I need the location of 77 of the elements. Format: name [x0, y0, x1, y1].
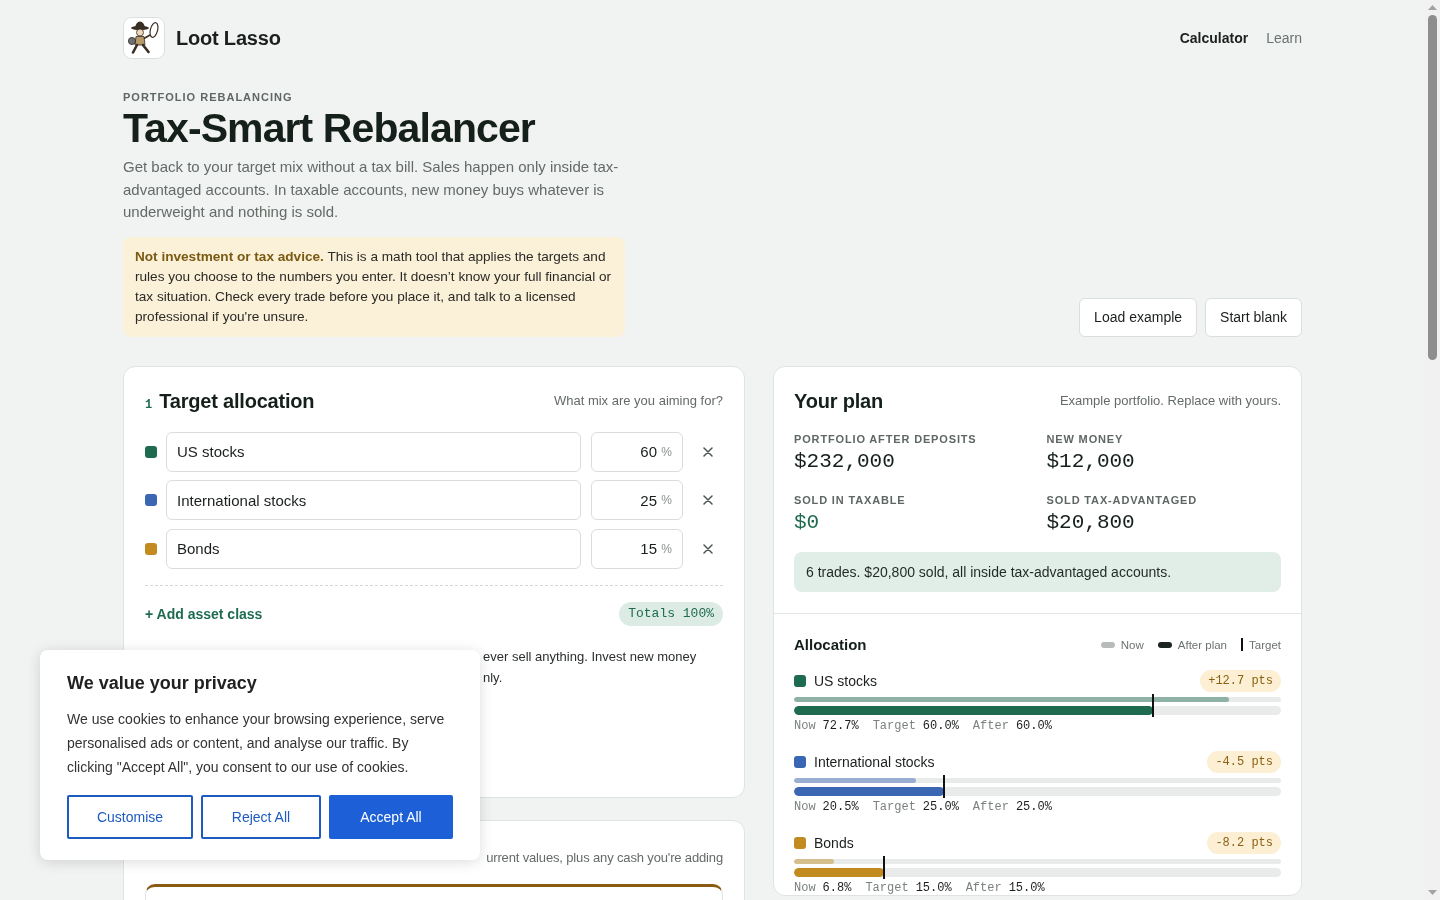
asset-name-field[interactable]: US stocks: [166, 431, 581, 472]
stat-value: $20,800: [1046, 510, 1135, 535]
add-asset-button[interactable]: + Add asset class: [145, 605, 263, 622]
eyebrow-label: PORTFOLIO REBALANCING: [123, 90, 294, 104]
legend-marker-icon: [1241, 638, 1244, 651]
figure-value: 25.0%: [1015, 800, 1052, 814]
legend-label: Target: [1249, 638, 1281, 651]
deviation-indicator: +12.7 pts: [1200, 669, 1281, 692]
close-icon: [703, 446, 713, 457]
legend-label: Now: [1120, 638, 1144, 651]
figure-label: After: [972, 719, 1009, 733]
figure-value: 60.0%: [922, 719, 959, 733]
unit-label: %: [661, 541, 672, 556]
banner-text: We use cookies to enhance your browsing experience, serve personalised ads or content, and analyse our traffic. By clicking "Accept All", you consent to our use of cookies.: [67, 710, 446, 777]
page-title: Tax-Smart Rebalancer: [123, 106, 536, 150]
nav-link[interactable]: Calculator: [1179, 30, 1249, 46]
card-hint: urrent values, plus any cash you're adding: [486, 850, 723, 865]
plan-summary: 6 trades. $20,800 sold, all inside tax-advantaged accounts.: [794, 551, 1281, 592]
asset-name: Bonds: [814, 834, 854, 851]
consent-button[interactable]: Reject All: [201, 795, 321, 839]
figure-label: Target: [872, 800, 916, 814]
scroll-up-icon[interactable]: [1428, 5, 1437, 10]
asset-name-field[interactable]: Bonds: [166, 528, 581, 569]
figure-label: Now: [794, 719, 816, 733]
figure-label: After: [965, 881, 1002, 895]
cowboy-icon: [123, 17, 165, 59]
step-number: 1: [145, 397, 153, 412]
unit-label: %: [661, 493, 672, 507]
asset-name-field[interactable]: International stocks: [166, 480, 581, 520]
figure-value: 15.0%: [915, 881, 952, 895]
action-button[interactable]: Load example: [1079, 297, 1198, 337]
card-hint: Example portfolio. Replace with yours.: [1059, 393, 1281, 408]
scrollbar-thumb[interactable]: [1428, 15, 1437, 360]
option-text: nly.: [483, 668, 504, 687]
stat-value: $232,000: [794, 449, 895, 474]
scroll-down-icon[interactable]: [1428, 890, 1437, 895]
close-icon: [703, 495, 713, 505]
asset-name: International stocks: [814, 753, 935, 770]
figure-label: Target: [865, 881, 909, 895]
figure-label: Target: [872, 719, 916, 733]
legend-swatch-icon: [1100, 641, 1115, 648]
deviation-indicator: -4.5 pts: [1207, 750, 1281, 773]
figure-value: 72.7%: [822, 719, 859, 733]
banner-title: We value your privacy: [67, 672, 258, 694]
unit-label: %: [661, 444, 672, 459]
option-text: ever sell anything. Invest new money: [483, 647, 698, 666]
card-title: Your plan: [794, 388, 883, 414]
stat-label: PORTFOLIO AFTER DEPOSITS: [794, 431, 977, 446]
figure-value: 25.0%: [922, 800, 959, 814]
asset-name: US stocks: [814, 672, 877, 689]
figure-value: 60.0%: [1015, 719, 1052, 733]
figure-label: Now: [794, 800, 816, 814]
stat-value: $12,000: [1046, 449, 1135, 474]
close-icon: [703, 543, 713, 554]
nav-link[interactable]: Learn: [1266, 30, 1302, 46]
action-button[interactable]: Start blank: [1205, 297, 1302, 337]
deviation-indicator: -8.2 pts: [1207, 831, 1281, 854]
card-hint: What mix are you aiming for?: [553, 393, 723, 408]
disclaimer-note: Not investment or tax advice. This is a math tool that applies the targets and rules you choose to the numbers you enter. It doesn’t know your full financial or tax situation. Check every trade before you place it, and talk to a licensed professional if you're unsure.: [123, 236, 625, 337]
figure-value: 20.5%: [822, 800, 859, 814]
stat-label: SOLD IN TAXABLE: [794, 492, 906, 507]
consent-button[interactable]: Accept All: [329, 795, 453, 839]
figure-value: 6.8%: [822, 881, 852, 895]
stat-value: $0: [794, 510, 820, 535]
page-description: Get back to your target mix without a tax bill. Sales happen only inside tax-advantaged accounts. In taxable accounts, new money buys whatever is underweight and nothing is sold.: [123, 157, 620, 222]
figure-value: 15.0%: [1008, 881, 1045, 895]
figure-label: After: [972, 800, 1009, 814]
legend-label: After plan: [1177, 638, 1228, 651]
legend-swatch-icon: [1157, 641, 1172, 648]
totals-indicator: Totals 100%: [619, 601, 723, 626]
figure-label: Now: [794, 881, 816, 895]
consent-button[interactable]: Customise: [67, 795, 193, 839]
stat-label: SOLD TAX-ADVANTAGED: [1046, 492, 1198, 507]
brand-name: Loot Lasso: [176, 26, 281, 50]
stat-label: NEW MONEY: [1046, 431, 1124, 446]
section-title: Allocation: [794, 634, 867, 655]
card-title: Target allocation: [159, 388, 315, 414]
